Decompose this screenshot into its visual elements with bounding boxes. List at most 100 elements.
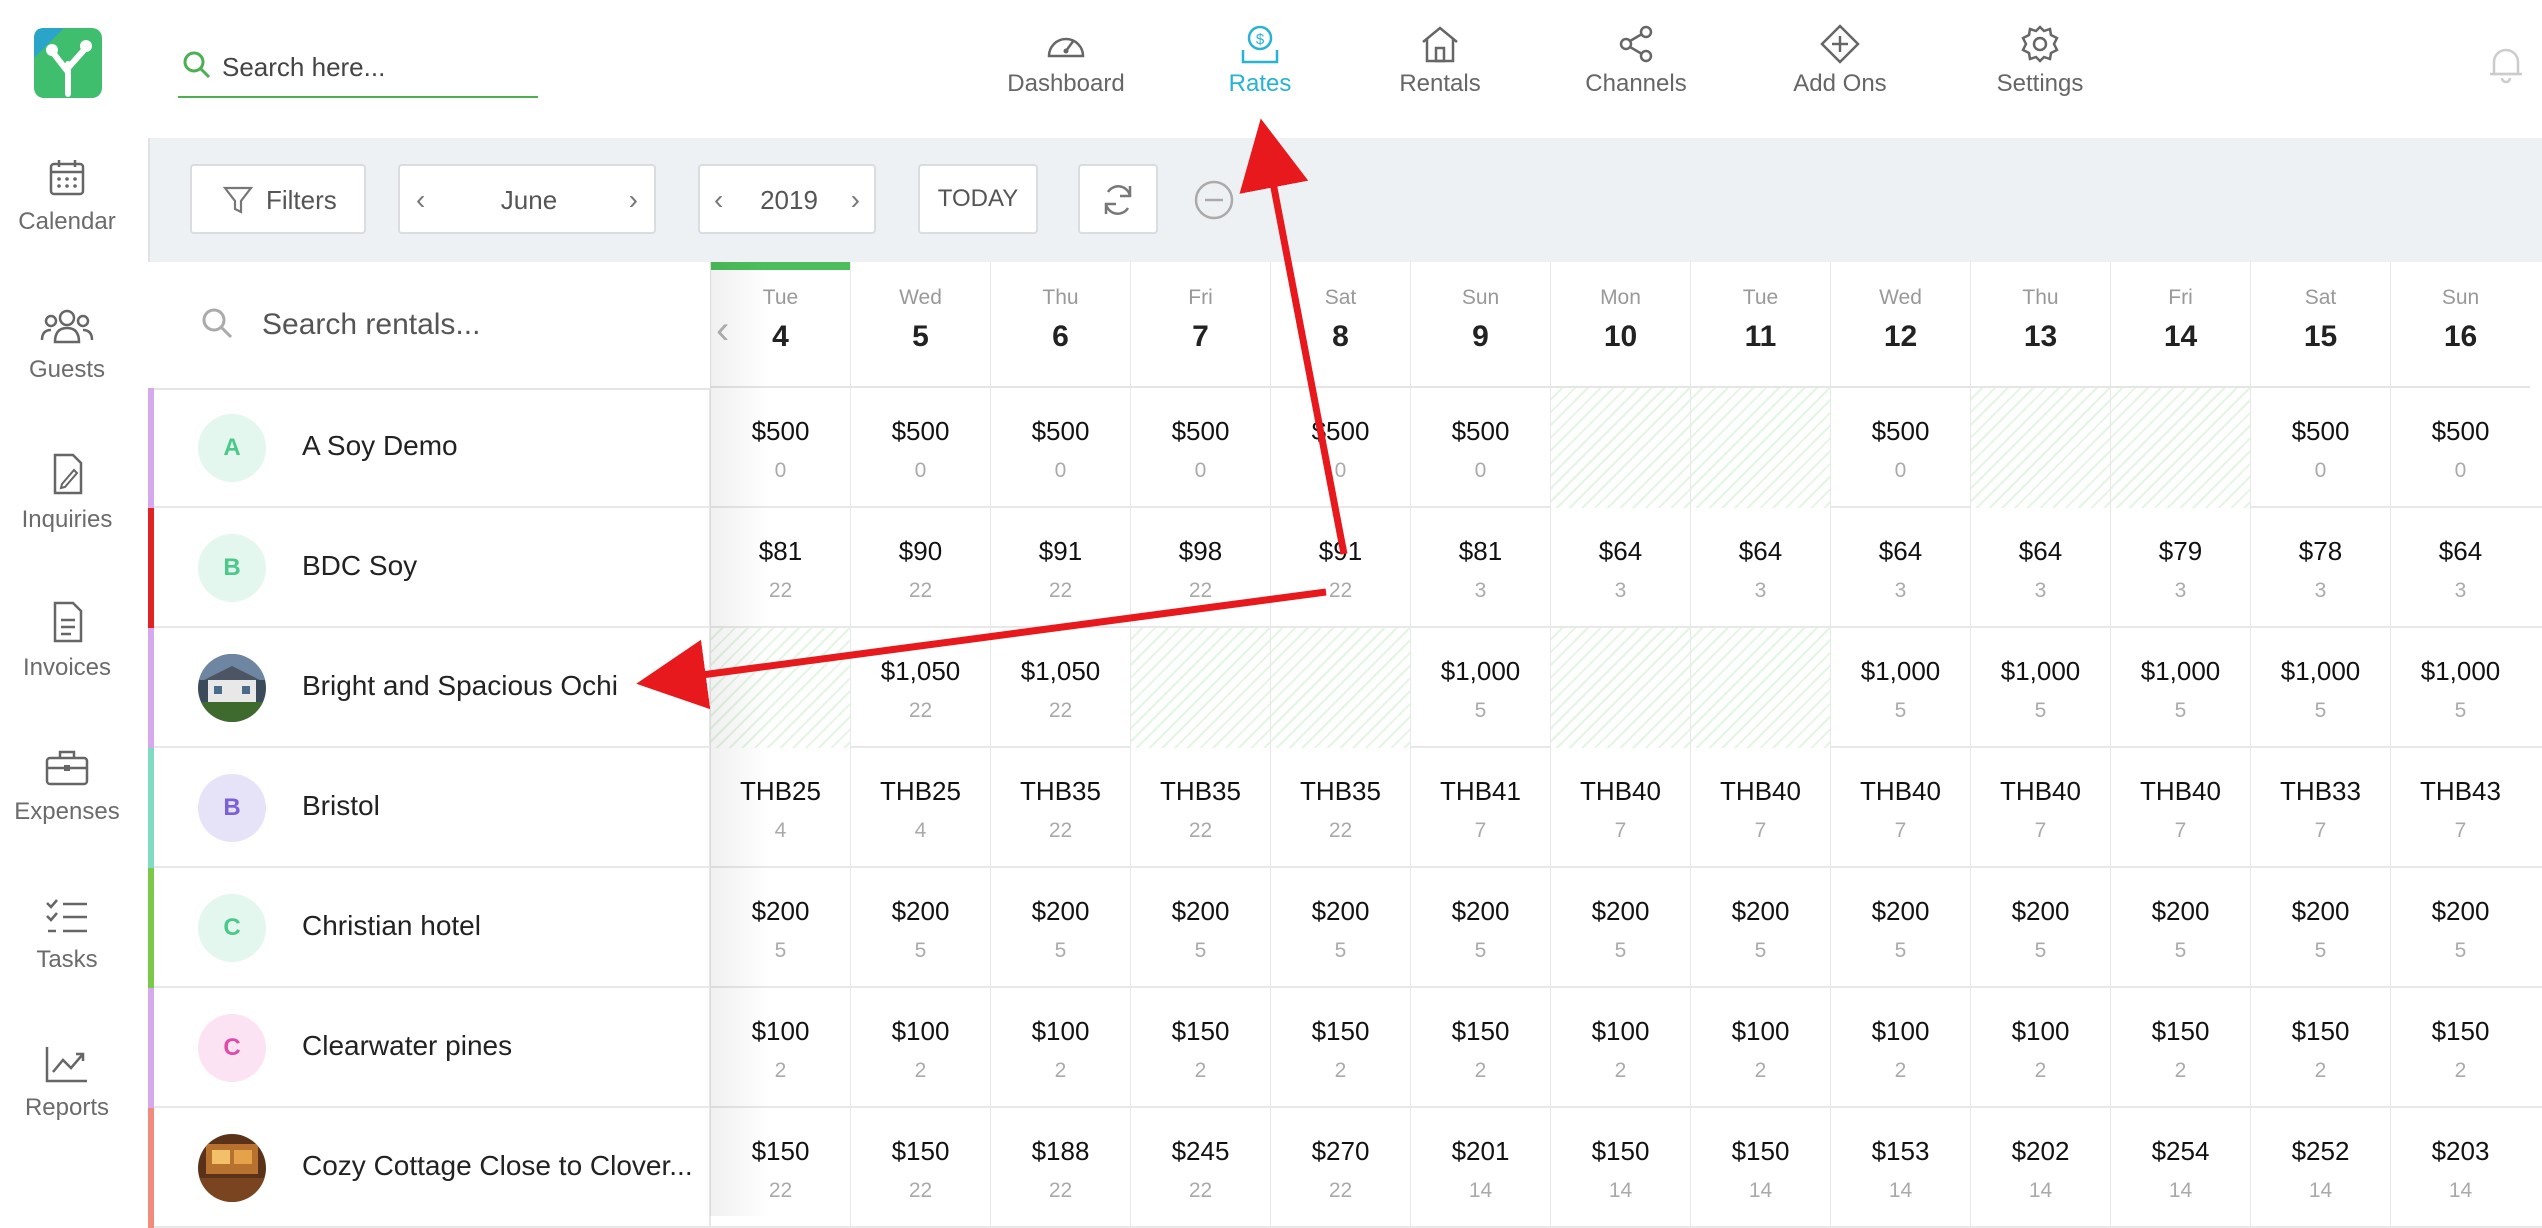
rate-cell[interactable]: $200 5 [850, 868, 990, 988]
nav-add-ons[interactable]: Add Ons [1740, 24, 1940, 98]
sidebar-item-guests[interactable]: Guests [0, 306, 134, 384]
rate-cell[interactable]: $200 5 [1970, 868, 2110, 988]
rate-cell[interactable]: $78 3 [2250, 508, 2390, 628]
nav-rates[interactable]: $ Rates [1178, 24, 1342, 98]
rate-cell[interactable]: THB41 7 [1410, 748, 1550, 868]
rental-name-cell[interactable]: Bright and Spacious Ochi [148, 628, 710, 748]
rate-cell[interactable]: $200 5 [1130, 868, 1270, 988]
rate-cell[interactable]: $270 22 [1270, 1108, 1410, 1228]
rate-cell[interactable]: $79 3 [2110, 508, 2250, 628]
rate-cell[interactable]: THB40 7 [2110, 748, 2250, 868]
rate-cell[interactable]: $150 22 [850, 1108, 990, 1228]
blocked-cell[interactable] [1970, 388, 2110, 508]
rate-cell[interactable]: $81 22 [710, 508, 850, 628]
rate-cell[interactable]: $64 3 [1690, 508, 1830, 628]
rate-cell[interactable]: $500 0 [710, 388, 850, 508]
rate-cell[interactable]: $1,000 5 [2390, 628, 2530, 748]
rate-cell[interactable]: $202 14 [1970, 1108, 2110, 1228]
rate-cell[interactable]: $98 22 [1130, 508, 1270, 628]
filters-button[interactable]: Filters [190, 164, 366, 234]
rate-cell[interactable]: $1,000 5 [2110, 628, 2250, 748]
rate-cell[interactable]: $153 14 [1830, 1108, 1970, 1228]
rate-cell[interactable]: $64 3 [2390, 508, 2530, 628]
rate-cell[interactable]: $200 5 [2390, 868, 2530, 988]
rate-cell[interactable]: $201 14 [1410, 1108, 1550, 1228]
rental-name-cell[interactable]: Cozy Cottage Close to Clover... [148, 1108, 710, 1228]
rate-cell[interactable]: $150 2 [2110, 988, 2250, 1108]
rate-cell[interactable]: $500 0 [1270, 388, 1410, 508]
nav-channels[interactable]: Channels [1536, 24, 1736, 98]
rate-cell[interactable]: $200 5 [2110, 868, 2250, 988]
chevron-right-icon[interactable]: › [629, 184, 638, 216]
collapse-icon[interactable] [1194, 180, 1234, 225]
rate-cell[interactable]: THB40 7 [1550, 748, 1690, 868]
rate-cell[interactable]: $188 22 [990, 1108, 1130, 1228]
rate-cell[interactable]: $500 0 [1830, 388, 1970, 508]
rate-cell[interactable]: $1,000 5 [1410, 628, 1550, 748]
sidebar-item-reports[interactable]: Reports [0, 1044, 134, 1122]
rate-cell[interactable]: $100 2 [1690, 988, 1830, 1108]
rate-cell[interactable]: $245 22 [1130, 1108, 1270, 1228]
rental-name-cell[interactable]: A A Soy Demo [148, 388, 710, 508]
rate-cell[interactable]: $91 22 [1270, 508, 1410, 628]
rental-name-cell[interactable]: C Christian hotel [148, 868, 710, 988]
rate-cell[interactable]: $90 22 [850, 508, 990, 628]
year-selector[interactable]: ‹ 2019 › [698, 164, 876, 234]
blocked-cell[interactable] [2110, 388, 2250, 508]
rate-cell[interactable]: $252 14 [2250, 1108, 2390, 1228]
rate-cell[interactable]: THB25 4 [710, 748, 850, 868]
rental-name-cell[interactable]: B Bristol [148, 748, 710, 868]
rate-cell[interactable]: $150 14 [1550, 1108, 1690, 1228]
rate-cell[interactable]: $100 2 [710, 988, 850, 1108]
rate-cell[interactable]: THB25 4 [850, 748, 990, 868]
blocked-cell[interactable] [1270, 628, 1410, 748]
blocked-cell[interactable] [1550, 388, 1690, 508]
rate-cell[interactable]: THB40 7 [1690, 748, 1830, 868]
rate-cell[interactable]: $150 2 [2250, 988, 2390, 1108]
rate-cell[interactable]: $100 2 [1550, 988, 1690, 1108]
rental-name-cell[interactable]: C Clearwater pines [148, 988, 710, 1108]
blocked-cell[interactable] [1130, 628, 1270, 748]
nav-dashboard[interactable]: Dashboard [966, 24, 1166, 98]
rate-cell[interactable]: $64 3 [1550, 508, 1690, 628]
rate-cell[interactable]: $1,000 5 [1830, 628, 1970, 748]
rate-cell[interactable]: $1,050 22 [850, 628, 990, 748]
rate-cell[interactable]: $100 2 [850, 988, 990, 1108]
rate-cell[interactable]: $500 0 [2390, 388, 2530, 508]
rate-cell[interactable]: $500 0 [2250, 388, 2390, 508]
rate-cell[interactable]: $200 5 [990, 868, 1130, 988]
rate-cell[interactable]: $150 2 [1410, 988, 1550, 1108]
blocked-cell[interactable] [710, 628, 850, 748]
rate-cell[interactable]: $200 5 [1830, 868, 1970, 988]
sidebar-item-invoices[interactable]: Invoices [0, 600, 134, 682]
rate-cell[interactable]: $91 22 [990, 508, 1130, 628]
month-selector[interactable]: ‹ June › [398, 164, 656, 234]
rate-cell[interactable]: $200 5 [710, 868, 850, 988]
sidebar-item-calendar[interactable]: Calendar [0, 158, 134, 236]
rate-cell[interactable]: $500 0 [1410, 388, 1550, 508]
rate-cell[interactable]: $1,000 5 [2250, 628, 2390, 748]
rate-cell[interactable]: $64 3 [1970, 508, 2110, 628]
rate-cell[interactable]: $200 5 [1550, 868, 1690, 988]
rate-cell[interactable]: $100 2 [990, 988, 1130, 1108]
rate-cell[interactable]: $100 2 [1830, 988, 1970, 1108]
sidebar-item-tasks[interactable]: Tasks [0, 896, 134, 974]
sidebar-item-expenses[interactable]: Expenses [0, 748, 134, 826]
chevron-left-icon[interactable]: ‹ [716, 308, 729, 353]
today-button[interactable]: TODAY [918, 164, 1038, 234]
rate-cell[interactable]: $64 3 [1830, 508, 1970, 628]
rate-cell[interactable]: $150 14 [1690, 1108, 1830, 1228]
rental-search-input[interactable] [260, 302, 664, 348]
rate-cell[interactable]: THB40 7 [1970, 748, 2110, 868]
rate-cell[interactable]: $150 22 [710, 1108, 850, 1228]
rate-cell[interactable]: THB40 7 [1830, 748, 1970, 868]
blocked-cell[interactable] [1690, 628, 1830, 748]
rate-cell[interactable]: $1,050 22 [990, 628, 1130, 748]
blocked-cell[interactable] [1550, 628, 1690, 748]
sidebar-item-inquiries[interactable]: Inquiries [0, 452, 134, 534]
rate-cell[interactable]: $150 2 [1270, 988, 1410, 1108]
nav-rentals[interactable]: Rentals [1358, 24, 1522, 98]
rate-cell[interactable]: $200 5 [2250, 868, 2390, 988]
bell-icon[interactable] [2486, 44, 2526, 89]
rate-cell[interactable]: $500 0 [850, 388, 990, 508]
